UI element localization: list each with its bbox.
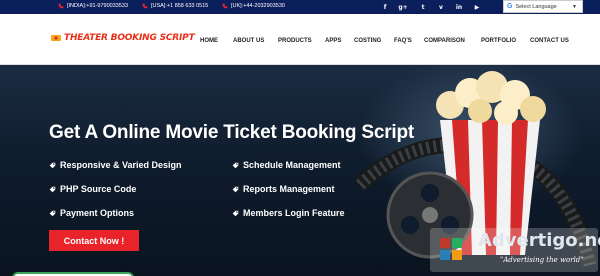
nav-contact-us[interactable]: CONTACT US (530, 38, 569, 44)
chat-widget-tab[interactable] (12, 272, 134, 276)
language-select[interactable]: G Select Language ▼ (503, 0, 583, 13)
tag-icon (232, 162, 239, 168)
chevron-down-icon: ▼ (572, 3, 577, 10)
feature-item: Members Login Feature (232, 208, 345, 218)
twitter-icon[interactable]: t (418, 2, 428, 12)
feature-item: PHP Source Code (49, 184, 136, 194)
feature-item: Payment Options (49, 208, 134, 218)
watermark: Advertigo.net "Advertising the world" (430, 228, 600, 272)
feature-item: Responsive & Varied Design (49, 160, 182, 170)
contact-now-button[interactable]: Contact Now ! (49, 230, 139, 251)
contact-usa-label: [USA]:+1 858 633 0515 (151, 3, 209, 9)
tag-icon (49, 186, 56, 192)
hero-banner: Get A Online Movie Ticket Booking Script… (0, 65, 600, 276)
tag-icon (232, 186, 239, 192)
contact-uk[interactable]: [UK]:+44-2032903530 (222, 3, 285, 9)
feature-item: Reports Management (232, 184, 335, 194)
nav-comparison[interactable]: COMPARISON (424, 38, 465, 44)
youtube-icon[interactable]: ▶ (472, 2, 482, 12)
phone-icon (142, 3, 148, 9)
contact-uk-label: [UK]:+44-2032903530 (231, 3, 285, 9)
phone-icon (222, 3, 228, 9)
feature-label: Responsive & Varied Design (60, 160, 182, 170)
contact-usa[interactable]: [USA]:+1 858 633 0515 (142, 3, 208, 9)
main-navbar: THEATER BOOKING SCRIPT HOME ABOUT US PRO… (0, 14, 600, 65)
contact-india-label: [INDIA]:+91-9790033533 (67, 3, 129, 9)
nav-costing[interactable]: COSTING (354, 38, 381, 44)
tag-icon (232, 210, 239, 216)
linkedin-icon[interactable]: in (454, 2, 464, 12)
top-contact-bar: [INDIA]:+91-9790033533 [USA]:+1 858 633 … (0, 0, 600, 14)
phone-icon (58, 3, 64, 9)
facebook-icon[interactable]: f (380, 2, 390, 12)
tag-icon (49, 162, 56, 168)
nav-products[interactable]: PRODUCTS (278, 38, 312, 44)
watermark-tagline: "Advertising the world" (500, 256, 584, 264)
nav-portfolio[interactable]: PORTFOLIO (481, 38, 516, 44)
google-plus-icon[interactable]: g+ (398, 2, 408, 12)
tag-icon (49, 210, 56, 216)
feature-label: Schedule Management (243, 160, 341, 170)
site-logo[interactable]: THEATER BOOKING SCRIPT (50, 32, 195, 44)
watermark-name: Advertigo.net (478, 230, 600, 251)
feature-label: PHP Source Code (60, 184, 137, 194)
logo-text: THEATER BOOKING SCRIPT (64, 33, 195, 43)
feature-label: Members Login Feature (243, 208, 345, 218)
feature-label: Reports Management (243, 184, 335, 194)
ticket-icon (51, 35, 61, 41)
nav-faqs[interactable]: FAQ'S (394, 38, 412, 44)
nav-apps[interactable]: APPS (325, 38, 341, 44)
advertigo-logo-icon (440, 238, 462, 260)
nav-about-us[interactable]: ABOUT US (233, 38, 264, 44)
hero-title: Get A Online Movie Ticket Booking Script (49, 122, 415, 143)
feature-label: Payment Options (60, 208, 135, 218)
language-select-label: Select Language (515, 3, 557, 10)
feature-item: Schedule Management (232, 160, 341, 170)
contact-india[interactable]: [INDIA]:+91-9790033533 (58, 3, 128, 9)
vimeo-icon[interactable]: v (436, 2, 446, 12)
google-icon: G (507, 3, 513, 10)
nav-home[interactable]: HOME (200, 38, 218, 44)
